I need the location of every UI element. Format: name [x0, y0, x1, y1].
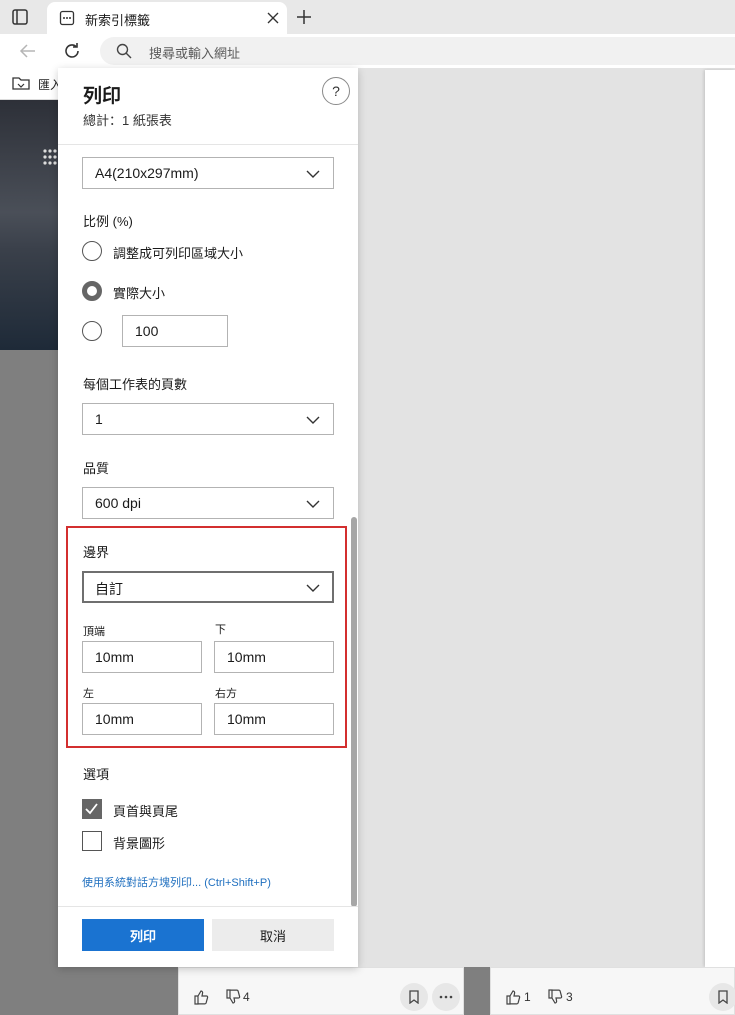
tab-new-tab[interactable]: 新索引標籤: [47, 2, 287, 34]
quality-select[interactable]: 600 dpi: [82, 487, 334, 519]
chevron-down-icon: [305, 166, 321, 182]
margins-value: 自訂: [95, 581, 123, 597]
system-dialog-link[interactable]: 使用系統對話方塊列印... (Ctrl+Shift+P): [82, 874, 271, 890]
import-folder-icon[interactable]: [12, 75, 30, 91]
address-placeholder: 搜尋或輸入網址: [149, 46, 241, 61]
new-tab-icon: [59, 10, 75, 26]
margin-top-input[interactable]: 10mm: [82, 641, 202, 673]
scale-fit-radio[interactable]: [82, 241, 102, 261]
back-arrow-icon[interactable]: [18, 41, 38, 61]
address-bar[interactable]: 搜尋或輸入網址: [100, 37, 735, 65]
dialog-title: 列印: [83, 86, 122, 107]
like-count: 1: [524, 990, 531, 1004]
save-bookmark-button[interactable]: [709, 983, 735, 1011]
chevron-down-icon: [305, 580, 321, 596]
save-bookmark-button[interactable]: [400, 983, 428, 1011]
print-preview-page: [705, 70, 735, 967]
pages-per-sheet-select[interactable]: 1: [82, 403, 334, 435]
print-preview-area: [358, 68, 735, 967]
margins-label: 邊界: [83, 545, 110, 560]
scale-actual-radio[interactable]: [82, 281, 102, 301]
paper-size-value: A4(210x297mm): [95, 165, 199, 181]
tab-bar: 新索引標籤: [0, 0, 735, 34]
scale-actual-label: 實際大小: [113, 286, 166, 301]
print-dialog: 列印 總計：1 紙張表 ? A4(210x297mm) 比例 (%) 調整成可列…: [58, 68, 358, 967]
chevron-down-icon: [305, 412, 321, 428]
quality-value: 600 dpi: [95, 495, 141, 511]
close-tab-icon[interactable]: [263, 8, 283, 28]
chevron-down-icon: [305, 496, 321, 512]
dialog-scrollbar[interactable]: [351, 517, 357, 907]
background-graphics-label: 背景圖形: [113, 836, 166, 851]
search-icon: [116, 43, 132, 59]
margin-top-label: 頂端: [83, 626, 105, 638]
options-label: 選項: [83, 767, 110, 782]
thumbs-up-icon[interactable]: [193, 989, 209, 1005]
background-hero-image: [0, 100, 60, 350]
footer-divider: [58, 906, 358, 907]
dislike-count: 4: [243, 990, 250, 1004]
dialog-divider: [58, 144, 358, 145]
margin-right-label: 右方: [215, 688, 237, 700]
scale-custom-input[interactable]: 100: [122, 315, 228, 347]
thumbs-down-icon[interactable]: [225, 989, 241, 1005]
background-graphics-checkbox[interactable]: [82, 831, 102, 851]
scale-label: 比例 (%): [83, 214, 133, 229]
scale-fit-label: 調整成可列印區域大小: [113, 246, 244, 261]
headers-footers-label: 頁首與頁尾: [113, 804, 179, 819]
headers-footers-checkbox[interactable]: [82, 799, 102, 819]
dislike-count: 3: [566, 990, 573, 1004]
margin-left-input[interactable]: 10mm: [82, 703, 202, 735]
margin-bottom-input[interactable]: 10mm: [214, 641, 334, 673]
pages-per-sheet-value: 1: [95, 411, 103, 427]
tab-actions-icon[interactable]: [10, 7, 30, 27]
refresh-icon[interactable]: [62, 41, 82, 61]
quality-label: 品質: [83, 461, 110, 476]
more-options-button[interactable]: [432, 983, 460, 1011]
margin-left-label: 左: [83, 688, 94, 700]
cancel-button[interactable]: 取消: [212, 919, 334, 951]
browser-toolbar: 搜尋或輸入網址: [0, 34, 735, 68]
margin-right-input[interactable]: 10mm: [214, 703, 334, 735]
help-button[interactable]: ?: [322, 77, 350, 105]
print-button[interactable]: 列印: [82, 919, 204, 951]
margin-bottom-label: 下: [215, 624, 226, 636]
thumbs-up-icon[interactable]: [505, 989, 521, 1005]
tab-title: 新索引標籤: [85, 13, 151, 28]
apps-grid-icon[interactable]: [42, 148, 58, 166]
checkmark-icon: [85, 803, 98, 815]
new-tab-button[interactable]: [292, 6, 316, 28]
sheet-count: 總計：1 紙張表: [83, 113, 172, 128]
scale-custom-radio[interactable]: [82, 321, 102, 341]
paper-size-select[interactable]: A4(210x297mm): [82, 157, 334, 189]
margins-select[interactable]: 自訂: [82, 571, 334, 603]
thumbs-down-icon[interactable]: [547, 989, 563, 1005]
pages-per-sheet-label: 每個工作表的頁數: [83, 377, 188, 392]
